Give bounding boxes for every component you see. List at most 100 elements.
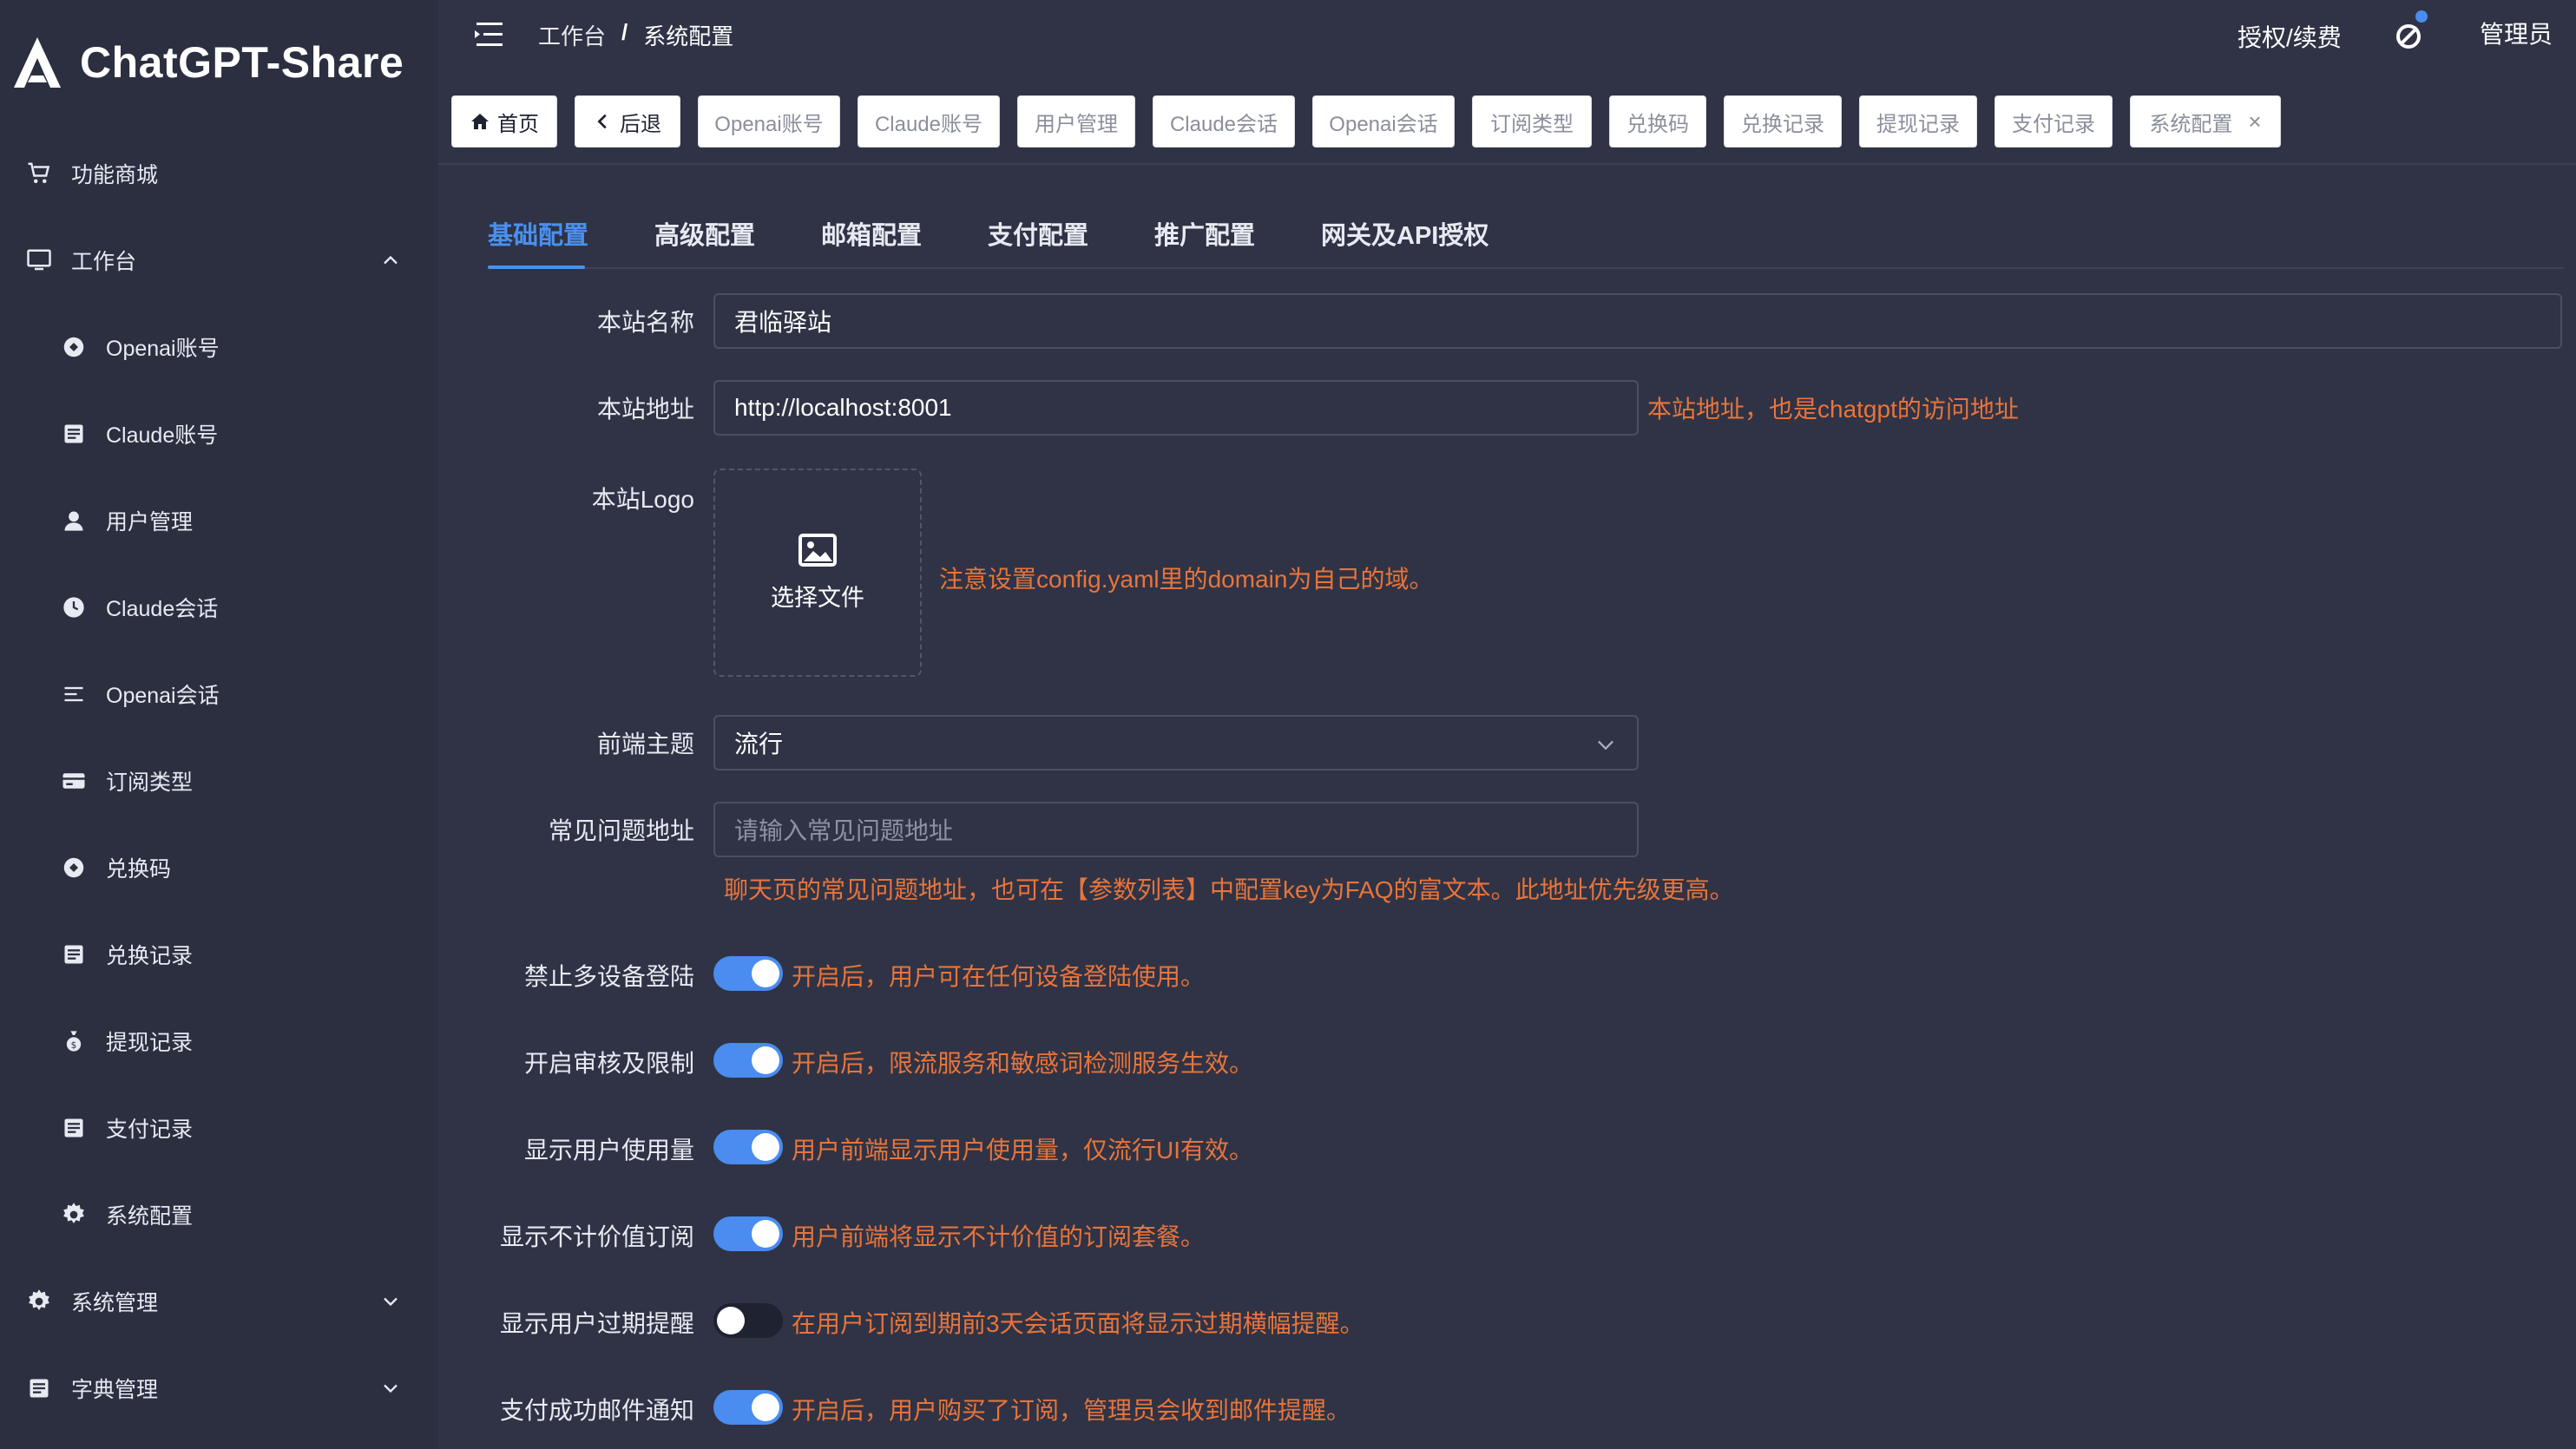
sidebar-item-label: 用户管理	[106, 510, 194, 534]
tag-home[interactable]: 首页	[451, 95, 557, 148]
tag-openai-accounts[interactable]: Openai账号	[698, 95, 840, 148]
toggle-expiry-reminder[interactable]	[713, 1303, 783, 1338]
clock-icon	[59, 593, 89, 622]
notification-dot	[2415, 10, 2428, 23]
chevron-down-icon	[1598, 740, 1613, 751]
tab-payment-config[interactable]: 支付配置	[988, 215, 1088, 252]
switch-label-multi-device: 禁止多设备登陆	[523, 963, 694, 990]
openai-icon	[59, 332, 89, 362]
tag-system-config[interactable]: 系统配置 ×	[2130, 95, 2281, 148]
sidebar-item-redeem-codes[interactable]: 兑换码	[0, 842, 438, 894]
sidebar-item-users[interactable]: 用户管理	[0, 495, 438, 547]
sidebar-item-openai-accounts[interactable]: Openai账号	[0, 321, 438, 373]
sidebar-item-claude-accounts[interactable]: Claude账号	[0, 408, 438, 460]
sidebar-item-system-config[interactable]: 系统配置	[0, 1189, 438, 1241]
tab-promotion-config[interactable]: 推广配置	[1154, 215, 1255, 252]
list-icon	[59, 940, 89, 969]
chevron-down-icon	[384, 1297, 398, 1307]
toggle-multi-device[interactable]	[713, 956, 783, 991]
admin-user-menu[interactable]: 管理员	[2480, 16, 2553, 50]
sidebar-item-label: 支付记录	[106, 1118, 194, 1142]
card-icon	[59, 766, 89, 796]
list-icon	[59, 1113, 89, 1143]
tag-label: 兑换记录	[1741, 112, 1824, 136]
sidebar-item-openai-sessions[interactable]: Openai会话	[0, 668, 438, 720]
toggle-payment-email[interactable]	[713, 1390, 783, 1425]
tab-email-config[interactable]: 邮箱配置	[821, 215, 922, 252]
toggle-free-subscription[interactable]	[713, 1216, 783, 1251]
sidebar-item-redeem-records[interactable]: 兑换记录	[0, 928, 438, 980]
sidebar-item-withdraw-records[interactable]: $ 提现记录	[0, 1015, 438, 1067]
theme-select[interactable]: 流行	[713, 715, 1639, 770]
money-bag-icon: $	[59, 1026, 89, 1056]
tag-label: 支付记录	[2012, 112, 2095, 136]
user-icon	[59, 506, 89, 535]
tag-claude-accounts[interactable]: Claude账号	[858, 95, 1000, 148]
logo-icon	[14, 37, 61, 88]
tab-advanced-config[interactable]: 高级配置	[654, 215, 755, 252]
sidebar-item-label: 兑换码	[106, 857, 172, 882]
toggle-show-usage[interactable]	[713, 1130, 783, 1164]
faq-url-input[interactable]: 请输入常见问题地址	[713, 802, 1639, 857]
tag-label: Claude账号	[874, 112, 983, 136]
site-url-input[interactable]: http://localhost:8001	[713, 380, 1639, 436]
brand[interactable]: ChatGPT-Share	[12, 33, 404, 92]
tab-basic-config[interactable]: 基础配置	[488, 215, 588, 252]
menu-lines-icon	[59, 679, 89, 709]
tag-label: 系统配置	[2149, 112, 2233, 136]
config-card: 基础配置 高级配置 邮箱配置 支付配置 推广配置 网关及API授权 本站名称 君…	[451, 186, 2576, 1449]
sidebar-item-dictionary-management[interactable]: 字典管理	[0, 1362, 438, 1414]
sidebar-item-label: Claude会话	[106, 597, 219, 621]
sidebar-item-subscription-types[interactable]: 订阅类型	[0, 755, 438, 807]
sidebar-item-claude-sessions[interactable]: Claude会话	[0, 581, 438, 633]
sidebar-item-label: 字典管理	[71, 1378, 159, 1402]
auth-renew-link[interactable]: 授权/续费	[2238, 19, 2342, 54]
tag-redeem-codes[interactable]: 兑换码	[1609, 95, 1706, 148]
tag-redeem-records[interactable]: 兑换记录	[1724, 95, 1842, 148]
chevron-left-icon	[597, 114, 607, 129]
tag-subscription-types[interactable]: 订阅类型	[1472, 95, 1592, 148]
breadcrumb: 工作台 / 系统配置	[538, 19, 733, 51]
close-icon[interactable]: ×	[2248, 108, 2261, 135]
sidebar-item-shop[interactable]: 功能商城	[0, 148, 438, 200]
switch-hint-show-usage: 用户前端显示用户使用量，仅流行UI有效。	[792, 1137, 1254, 1164]
sidebar-item-label: 系统配置	[106, 1204, 194, 1229]
site-url-label: 本站地址	[596, 396, 694, 423]
logo-upload[interactable]: 选择文件	[713, 469, 922, 677]
tag-users[interactable]: 用户管理	[1017, 95, 1135, 148]
theme-toggle-icon[interactable]	[2391, 17, 2426, 52]
faq-url-label: 常见问题地址	[548, 817, 694, 844]
sidebar-item-label: 兑换记录	[106, 944, 194, 968]
breadcrumb-item[interactable]: 工作台	[538, 19, 606, 51]
tag-label: Openai会话	[1329, 112, 1438, 136]
menu-toggle-icon[interactable]	[471, 19, 506, 50]
switch-label-show-usage: 显示用户使用量	[523, 1137, 694, 1164]
site-name-input[interactable]: 君临驿站	[713, 293, 2562, 349]
tag-openai-sessions[interactable]: Openai会话	[1312, 95, 1455, 148]
home-icon	[471, 114, 489, 129]
toggle-moderation[interactable]	[713, 1043, 783, 1078]
tag-label: 后退	[620, 112, 661, 136]
tag-claude-sessions[interactable]: Claude会话	[1153, 95, 1295, 148]
tag-label: Claude会话	[1169, 112, 1278, 136]
tag-label: Openai账号	[714, 112, 824, 136]
tag-payment-records[interactable]: 支付记录	[1994, 95, 2113, 148]
breadcrumb-current: 系统配置	[643, 23, 734, 49]
switch-label-free-subscription: 显示不计价值订阅	[499, 1223, 694, 1250]
openai-icon	[59, 853, 89, 882]
gear-icon	[24, 1287, 54, 1316]
site-logo-label: 本站Logo	[591, 486, 694, 513]
tag-label: 首页	[497, 112, 539, 136]
tag-back[interactable]: 后退	[575, 95, 680, 148]
sidebar-item-workbench[interactable]: 工作台	[0, 234, 438, 286]
brand-name: ChatGPT-Share	[80, 38, 404, 87]
tag-label: 提现记录	[1876, 112, 1960, 136]
chevron-down-icon	[384, 1384, 398, 1393]
tab-gateway-api-auth[interactable]: 网关及API授权	[1321, 215, 1488, 252]
list-icon	[24, 1374, 54, 1403]
tag-withdraw-records[interactable]: 提现记录	[1859, 95, 1977, 148]
sidebar-item-label: 订阅类型	[106, 770, 194, 795]
sidebar-item-payment-records[interactable]: 支付记录	[0, 1102, 438, 1154]
sidebar-item-label: 提现记录	[106, 1031, 194, 1055]
sidebar-item-system-management[interactable]: 系统管理	[0, 1275, 438, 1328]
